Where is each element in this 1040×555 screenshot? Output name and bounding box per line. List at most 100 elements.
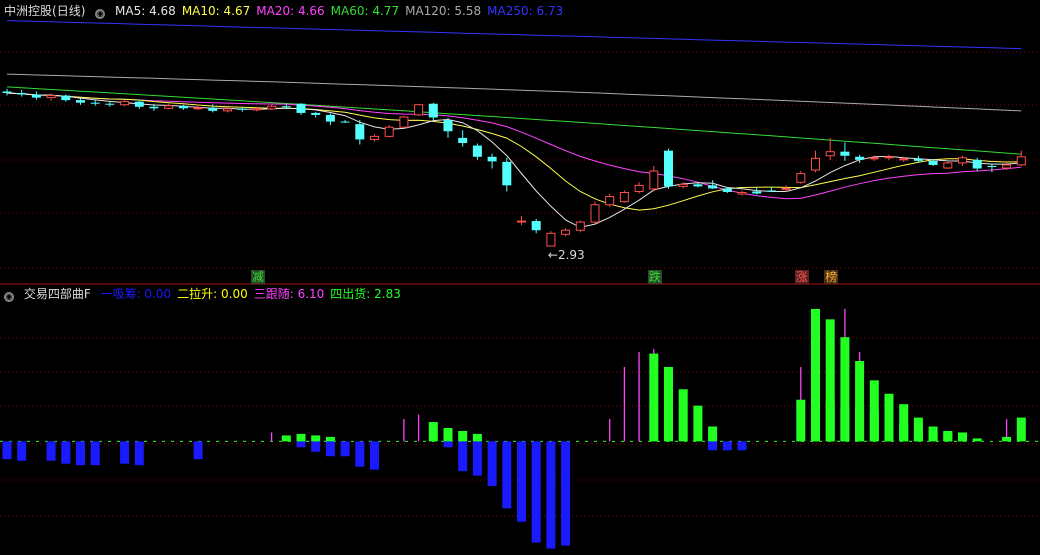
candle-body <box>913 158 923 161</box>
indicator-bar-ind1 <box>61 441 71 464</box>
indicator-bar-ind4 <box>869 411 879 442</box>
candle-body <box>590 204 600 223</box>
stock-title: 中洲控股(日线) <box>4 4 91 18</box>
candle-body <box>370 135 379 140</box>
indicator-bar-ind4 <box>1016 417 1026 442</box>
indicator-bar-ind1 <box>531 441 541 543</box>
indicator-bar-ind4 <box>708 426 718 442</box>
indicator-bar-ind4 <box>825 399 835 442</box>
indicator-label-ind4: 四出货: 2.83 <box>330 287 401 301</box>
indicator-bar-ind1 <box>737 441 747 451</box>
candle-body <box>414 104 424 116</box>
indicator-legend: 一吸筹: 0.00 二拉升: 0.00 三跟随: 6.10 四出货: 2.83 <box>101 287 407 301</box>
indicator-bar-ind1 <box>546 441 556 549</box>
indicator-bar-ind4 <box>913 429 923 442</box>
candle-body <box>1002 164 1012 169</box>
candle-body <box>752 191 762 194</box>
indicator-bar-ind4 <box>811 399 820 442</box>
chart-window: { "colors": { "up": "#ff4d4d", "down": "… <box>0 0 1040 555</box>
candle-body <box>223 108 232 112</box>
candle-body <box>840 151 850 156</box>
indicator-bar-ind1 <box>193 441 203 460</box>
ma-label-ma5: MA5: 4.68 <box>115 4 176 18</box>
candle-body <box>193 107 203 110</box>
indicator-label-ind2: 二拉升: 0.00 <box>177 287 248 301</box>
candle-body <box>546 232 556 247</box>
indicator-bar-ind4 <box>428 422 438 442</box>
candle-body <box>2 91 12 93</box>
candle-body <box>428 103 438 118</box>
candle-body <box>664 150 673 187</box>
candle-body <box>884 156 894 159</box>
indicator-bar-ind4 <box>296 433 306 442</box>
indicator-bar-ind1 <box>134 441 144 466</box>
candle-body <box>928 160 938 165</box>
indicator-bar-ind4 <box>1002 436 1012 442</box>
signal-marker: 涨 <box>794 270 809 284</box>
candle-body <box>325 114 335 122</box>
indicator-bar-ind4 <box>855 407 865 442</box>
candle-body <box>708 185 718 189</box>
indicator-bar-ind1 <box>2 441 12 460</box>
ma-label-ma120: MA120: 5.58 <box>405 4 482 18</box>
indicator-bar-ind1 <box>370 441 379 470</box>
indicator-bar-ind4 <box>325 436 335 442</box>
candle-body <box>958 157 967 164</box>
chart-svg <box>0 20 1040 549</box>
indicator-bar-ind1 <box>487 441 497 487</box>
candle-body <box>531 221 541 231</box>
candle-body <box>458 137 468 143</box>
ma-legend: MA5: 4.68 MA10: 4.67 MA20: 4.66 MA60: 4.77 M… <box>115 4 569 18</box>
indicator-bar-ind1 <box>340 441 350 457</box>
candle-body <box>899 158 909 161</box>
candle-body <box>472 145 482 157</box>
indicator-name: 交易四部曲F <box>23 287 91 301</box>
candle-body <box>517 220 526 223</box>
candle-body <box>487 156 497 162</box>
ma5-line <box>6 92 1022 228</box>
candle-body <box>31 94 41 98</box>
ma-label-ma10: MA10: 4.67 <box>181 4 251 18</box>
indicator-label-ind3: 三跟随: 6.10 <box>253 287 325 301</box>
indicator-bar-ind1 <box>46 441 56 461</box>
indicator-bar-ind4 <box>796 399 806 442</box>
candle-body <box>208 107 218 111</box>
indicator-bar-ind4 <box>458 430 468 442</box>
candle-body <box>575 221 585 231</box>
stock-period: (日线) <box>52 4 86 18</box>
indicator-bar-ind1 <box>502 441 512 509</box>
ma10-line <box>6 92 1022 211</box>
candle-body <box>766 190 776 192</box>
candle-body <box>649 170 659 190</box>
candle-body <box>90 102 100 104</box>
signal-marker: 跌 <box>647 270 662 284</box>
candle-body <box>502 161 512 186</box>
candle-body <box>355 124 365 140</box>
candle-body <box>693 184 703 187</box>
indicator-bar-ind4 <box>958 432 967 442</box>
candle-body <box>61 95 71 101</box>
indicator-bar-ind1 <box>120 441 130 464</box>
candle-body <box>722 188 732 192</box>
indicator-bar-ind1 <box>355 441 365 467</box>
indicator-bar-ind1 <box>90 441 100 466</box>
candle-body <box>811 157 820 171</box>
candle-body <box>443 120 453 132</box>
indicator-bar-ind4 <box>281 435 291 442</box>
stock-name: 中洲控股 <box>4 4 53 18</box>
settings-icon[interactable]: ◉ <box>4 292 14 302</box>
candle-body <box>781 187 791 190</box>
indicator-bar-ind4 <box>943 430 953 442</box>
indicator-bar-ind1 <box>561 441 571 546</box>
settings-icon[interactable]: ◉ <box>95 9 106 19</box>
candle-body <box>678 183 688 187</box>
candle-body <box>120 101 130 106</box>
candle-body <box>46 95 56 99</box>
indicator-panel-header: ◉ 交易四部曲F 一吸筹: 0.00 二拉升: 0.00 三跟随: 6.10 四出货:… <box>4 287 413 302</box>
candle-body <box>634 184 644 192</box>
indicator-bar-ind1 <box>472 441 482 476</box>
signal-marker: 榜 <box>824 270 839 284</box>
candle-body <box>17 93 27 95</box>
candle-body <box>987 165 997 167</box>
indicator-bar-ind1 <box>311 441 321 452</box>
